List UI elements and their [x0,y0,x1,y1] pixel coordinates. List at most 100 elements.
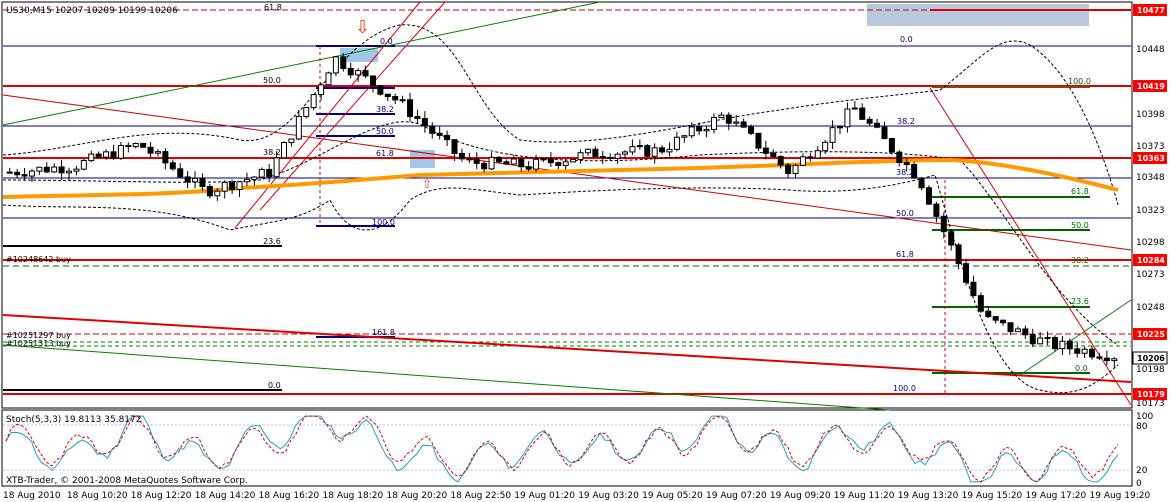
candle-body [110,151,117,159]
candle-body [1103,357,1110,362]
candle-body [399,99,406,102]
candle-body [992,316,999,321]
order-label-buy-3[interactable]: #10251313 buy [6,339,71,348]
candle-body [837,126,843,129]
candle-body [362,70,369,77]
candle-body [755,132,762,149]
time-axis-label: 19 Aug 03:20 [578,491,639,501]
candle-body [221,181,228,192]
svg-text:10477: 10477 [1137,6,1165,15]
time-axis-label: 18 Aug 18:20 [323,491,384,501]
svg-text:50.0: 50.0 [896,209,914,218]
candle-body [785,164,792,174]
candle-body [117,144,124,159]
svg-text:100.0: 100.0 [372,218,395,227]
candle-body [844,108,851,128]
order-label-buy-1[interactable]: #10248642 buy [6,255,71,264]
candle-body [80,160,87,170]
candle-body [162,151,169,164]
candle-body [1029,334,1036,345]
svg-text:10298: 10298 [1136,238,1165,248]
main-chart-frame [1,1,1133,409]
svg-text:10398: 10398 [1136,110,1165,120]
candle-body [355,70,362,76]
svg-text:10273: 10273 [1136,270,1165,280]
candle-body [925,187,932,205]
svg-text:23.6: 23.6 [263,237,281,246]
mt4-chart-window[interactable]: ⇩ ⇧ US30,M15 10207 10209 10199 10206 61.… [0,0,1171,502]
candle-body [918,177,925,189]
candle-body [1111,358,1118,362]
copyright-text: XTB-Trader, © 2001-2008 MetaQuotes Softw… [6,476,248,486]
candle-body [310,94,317,109]
candle-body [132,142,139,148]
candle-body [659,147,666,153]
candle-body [51,166,58,173]
time-axis-label: 19 Aug 01:20 [514,491,575,501]
candle-body [407,99,414,118]
candle-body [436,132,443,136]
svg-text:10198: 10198 [1136,365,1165,375]
candle-body [325,72,332,86]
candle-body [1014,328,1021,333]
candle-body [429,125,436,134]
candle-body [28,170,35,177]
candle-body [614,153,621,159]
candle-body [421,118,428,127]
candle-body [748,126,755,134]
candle-body [229,181,236,190]
svg-text:50.0: 50.0 [263,76,281,85]
candle-body [718,114,725,118]
candle-body [518,158,525,168]
candle-body [948,231,955,246]
svg-text:0.0: 0.0 [380,37,393,46]
svg-text:0.0: 0.0 [268,381,281,390]
svg-text:50.0: 50.0 [1071,221,1089,230]
candle-body [651,147,658,157]
candle-body [147,146,154,154]
candle-body [6,171,13,174]
candle-body [1022,328,1029,336]
candle-body [206,186,213,197]
svg-text:10363: 10363 [1137,154,1165,163]
candle-body [540,158,547,161]
time-axis-label: 18 Aug 22:50 [450,491,511,501]
candle-body [525,166,532,170]
time-axis-label: 19 Aug 17:20 [1026,491,1087,501]
time-axis-label: 19 Aug 15:20 [962,491,1023,501]
candle-body [681,135,688,138]
candle-body [1044,337,1051,340]
candle-body [1037,337,1044,345]
time-axis-label: 18 Aug 14:20 [195,491,256,501]
candle-body [243,178,250,183]
candle-body [303,107,310,117]
candle-body [184,176,191,183]
svg-text:38.2: 38.2 [896,168,914,177]
candle-body [273,157,280,178]
candle-body [599,156,606,159]
svg-text:61.8: 61.8 [1071,187,1089,196]
svg-text:10173: 10173 [1136,399,1165,409]
svg-text:38.2: 38.2 [897,117,915,126]
candle-body [214,190,221,197]
candle-body [673,136,680,150]
indicator-axis: 100 80 20 0 [1136,412,1153,489]
candle-body [851,107,858,110]
candle-body [384,93,391,98]
time-axis-label: 18 Aug 12:20 [131,491,192,501]
candle-body [266,168,273,178]
symbol-header: US30,M15 10207 10209 10199 10206 [6,6,178,16]
candle-body [666,148,673,153]
svg-text:10284: 10284 [1137,256,1165,265]
candle-body [95,153,102,158]
candle-body [970,281,977,297]
time-axis-label: 19 Aug 13:20 [898,491,959,501]
svg-text:61.8: 61.8 [376,149,394,158]
candle-body [1074,348,1081,354]
svg-text:0: 0 [1136,479,1142,489]
time-axis-label: 18 Aug 16:20 [259,491,320,501]
candle-body [636,145,643,148]
candle-body [859,107,866,120]
candle-body [622,151,629,155]
candle-body [874,122,881,128]
